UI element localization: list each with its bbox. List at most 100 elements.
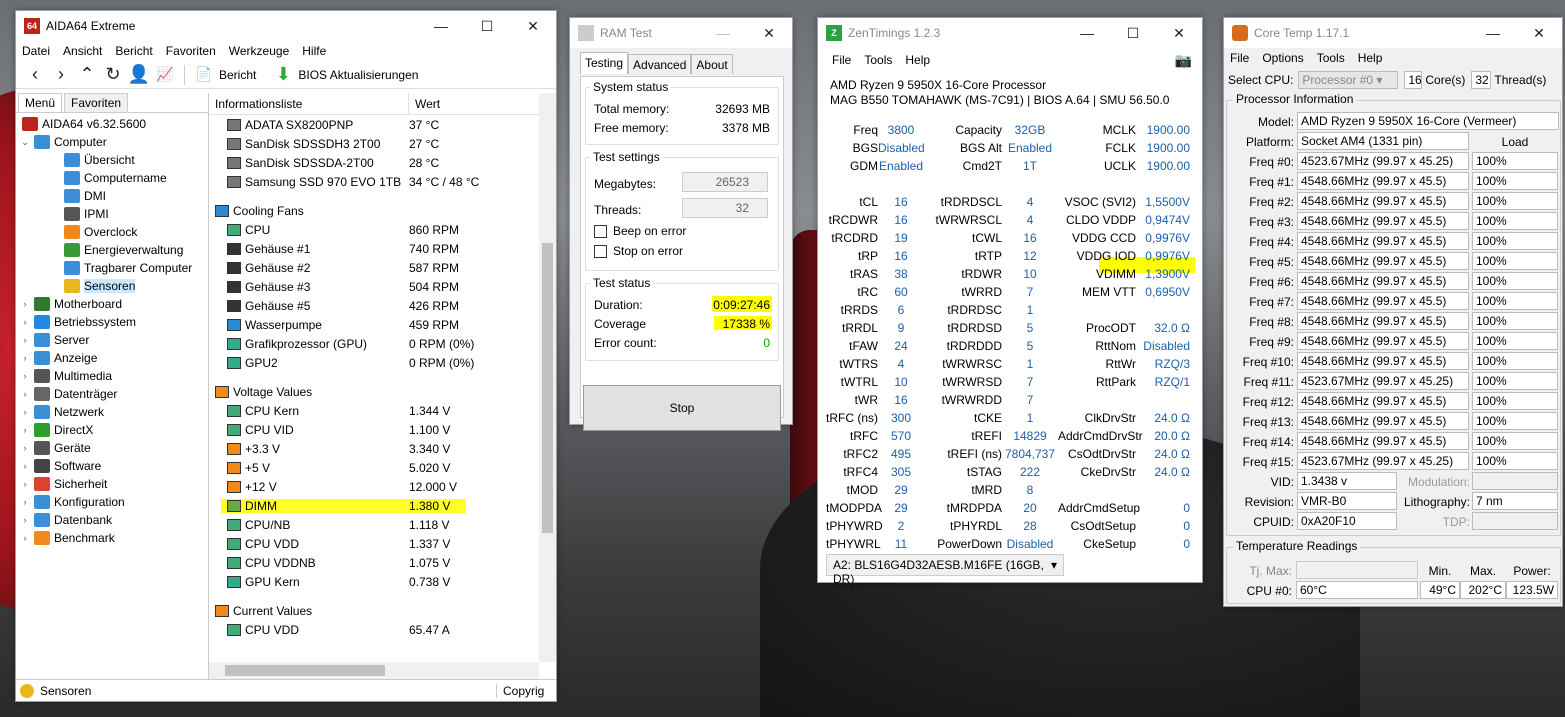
tree-item[interactable]: › Konfiguration	[16, 493, 208, 511]
expand-icon[interactable]: ›	[20, 407, 30, 417]
stop-on-error-checkbox[interactable]: Stop on error	[594, 244, 683, 258]
table-row[interactable]: +12 V 12.000 V	[209, 477, 556, 496]
table-row[interactable]: Gehäuse #2 587 RPM	[209, 258, 556, 277]
threads-field[interactable]: 32	[682, 198, 768, 218]
menu-file[interactable]: File	[1230, 51, 1249, 65]
expand-icon[interactable]: ›	[20, 299, 30, 309]
table-row[interactable]: SanDisk SDSSDA-2T00 28 °C	[209, 153, 556, 172]
table-row[interactable]: CPU VDDNB 1.075 V	[209, 553, 556, 572]
expand-icon[interactable]: ›	[20, 497, 30, 507]
menu-file[interactable]: File	[832, 53, 851, 67]
horizontal-scrollbar[interactable]	[209, 662, 539, 679]
expand-icon[interactable]: ›	[20, 335, 30, 345]
tree-item[interactable]: Overclock	[16, 223, 208, 241]
list-group-header[interactable]: Voltage Values	[209, 382, 556, 401]
minimize-button[interactable]: —	[418, 11, 464, 41]
tab-testing[interactable]: Testing	[580, 52, 629, 74]
table-row[interactable]: +3.3 V 3.340 V	[209, 439, 556, 458]
maximize-button[interactable]: ☐	[464, 11, 510, 41]
table-row[interactable]: CPU VID 1.100 V	[209, 420, 556, 439]
column-header-value[interactable]: Wert	[409, 97, 440, 111]
expand-icon[interactable]: ›	[20, 461, 30, 471]
expand-icon[interactable]: ›	[20, 353, 30, 363]
tab-menu[interactable]: Menü	[18, 93, 63, 112]
memory-module-select[interactable]: A2: BLS16G4D32AESB.M16FE (16GB, DR) ▾	[826, 554, 1064, 586]
tree-item[interactable]: › Benchmark	[16, 529, 208, 547]
tab-about[interactable]: About	[691, 54, 733, 74]
tree-item[interactable]: › Netzwerk	[16, 403, 208, 421]
list-group-header[interactable]: Current Values	[209, 601, 556, 620]
report-icon[interactable]: 📄	[191, 63, 217, 87]
up-icon[interactable]: ⌃	[74, 63, 100, 87]
table-row[interactable]: CPU VDD 65.47 A	[209, 620, 556, 639]
maximize-button[interactable]: ☐	[1110, 18, 1156, 48]
minimize-button[interactable]: —	[700, 18, 746, 48]
table-row[interactable]: CPU/NB 1.118 V	[209, 515, 556, 534]
cpu-select[interactable]: Processor #0 ▾	[1298, 71, 1399, 89]
menu-bericht[interactable]: Bericht	[115, 44, 152, 58]
menu-help[interactable]: Help	[905, 53, 930, 67]
tree-item[interactable]: › Datenträger	[16, 385, 208, 403]
table-row[interactable]: Gehäuse #3 504 RPM	[209, 277, 556, 296]
menu-options[interactable]: Options	[1262, 51, 1303, 65]
tree-item[interactable]: › Geräte	[16, 439, 208, 457]
table-row[interactable]: Gehäuse #5 426 RPM	[209, 296, 556, 315]
tree-item[interactable]: › Software	[16, 457, 208, 475]
column-header-name[interactable]: Informationsliste	[209, 93, 409, 114]
expand-icon[interactable]: ›	[20, 317, 30, 327]
download-arrow-icon[interactable]: ⬇	[270, 63, 296, 87]
menu-tools[interactable]: Tools	[864, 53, 892, 67]
expand-icon[interactable]: ›	[20, 389, 30, 399]
expand-icon[interactable]: ›	[20, 533, 30, 543]
tree-item[interactable]: ⌄ Computer	[16, 133, 208, 151]
tree-item[interactable]: Computername	[16, 169, 208, 187]
table-row[interactable]: CPU 860 RPM	[209, 220, 556, 239]
table-row[interactable]: SanDisk SDSSDH3 2T00 27 °C	[209, 134, 556, 153]
report-button[interactable]: Bericht	[219, 68, 256, 82]
forward-icon[interactable]: ›	[48, 63, 74, 87]
table-row[interactable]: CPU Kern 1.344 V	[209, 401, 556, 420]
menu-hilfe[interactable]: Hilfe	[302, 44, 326, 58]
list-group-header[interactable]: Cooling Fans	[209, 201, 556, 220]
tree-item[interactable]: Energieverwaltung	[16, 241, 208, 259]
menu-datei[interactable]: Datei	[22, 44, 50, 58]
camera-icon[interactable]: 📷	[1175, 52, 1192, 69]
table-row[interactable]: GPU2 0 RPM (0%)	[209, 353, 556, 372]
tree-item[interactable]: IPMI	[16, 205, 208, 223]
table-row[interactable]: ADATA SX8200PNP 37 °C	[209, 115, 556, 134]
tree-item[interactable]: › Sicherheit	[16, 475, 208, 493]
tree-item[interactable]: › Anzeige	[16, 349, 208, 367]
table-row[interactable]: Wasserpumpe 459 RPM	[209, 315, 556, 334]
tree-item[interactable]: Tragbarer Computer	[16, 259, 208, 277]
expand-icon[interactable]: ›	[20, 425, 30, 435]
tree-item[interactable]: Sensoren	[16, 277, 208, 295]
menu-werkzeuge[interactable]: Werkzeuge	[229, 44, 289, 58]
user-icon[interactable]: 👤	[126, 63, 152, 87]
table-row[interactable]: Gehäuse #1 740 RPM	[209, 239, 556, 258]
table-row[interactable]: GPU Kern 0.738 V	[209, 572, 556, 591]
expand-icon[interactable]: ›	[20, 515, 30, 525]
expand-icon[interactable]: ›	[20, 479, 30, 489]
minimize-button[interactable]: —	[1470, 18, 1516, 48]
menu-help[interactable]: Help	[1358, 51, 1383, 65]
tree-item[interactable]: › Server	[16, 331, 208, 349]
back-icon[interactable]: ‹	[22, 63, 48, 87]
table-row[interactable]: Grafikprozessor (GPU) 0 RPM (0%)	[209, 334, 556, 353]
table-row[interactable]: Samsung SSD 970 EVO 1TB 34 °C / 48 °C	[209, 172, 556, 191]
expand-icon[interactable]: ›	[20, 371, 30, 381]
tree-item[interactable]: › Multimedia	[16, 367, 208, 385]
table-row[interactable]: +5 V 5.020 V	[209, 458, 556, 477]
tree-item[interactable]: DMI	[16, 187, 208, 205]
menu-ansicht[interactable]: Ansicht	[63, 44, 102, 58]
table-row[interactable]: CPU VDD 1.337 V	[209, 534, 556, 553]
tree-item[interactable]: › DirectX	[16, 421, 208, 439]
tree-item[interactable]: AIDA64 v6.32.5600	[16, 115, 208, 133]
tab-favorites[interactable]: Favoriten	[64, 93, 129, 112]
close-button[interactable]: ✕	[1516, 18, 1562, 48]
tree-item[interactable]: › Motherboard	[16, 295, 208, 313]
megabytes-field[interactable]: 26523	[682, 172, 768, 192]
refresh-icon[interactable]: ↻	[100, 63, 126, 87]
expand-icon[interactable]: ⌄	[20, 137, 30, 148]
table-row[interactable]: DIMM 1.380 V	[209, 496, 556, 515]
tree-item[interactable]: › Datenbank	[16, 511, 208, 529]
